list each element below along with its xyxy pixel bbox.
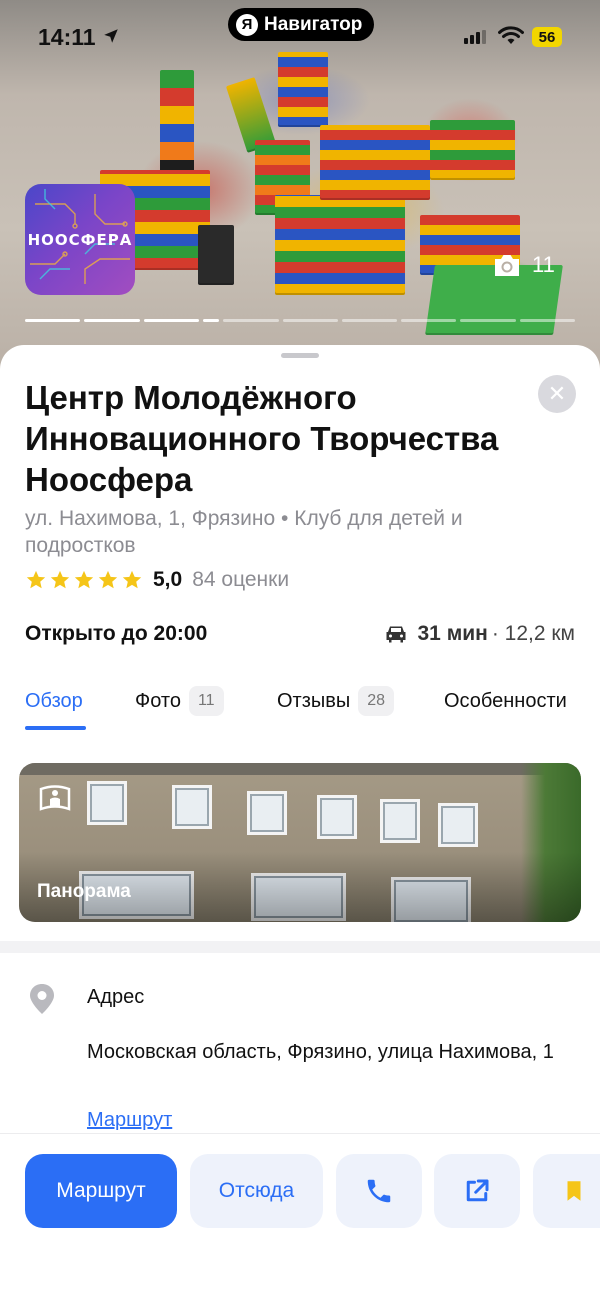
wifi-icon: [498, 26, 524, 44]
building-roof: [19, 763, 581, 775]
lego-structure: [430, 120, 515, 180]
tab-label: Обзор: [25, 689, 83, 712]
carousel-segment: [25, 319, 81, 322]
carousel-segment: [460, 319, 516, 322]
opening-hours[interactable]: Открыто до 20:00: [25, 622, 207, 646]
map-pin-icon: [30, 984, 54, 1014]
phone-icon: [367, 1179, 391, 1203]
lego-block: [198, 225, 234, 285]
rating-value: 5,0: [153, 568, 183, 591]
carousel-segment: [143, 319, 199, 322]
building-window: [87, 781, 127, 825]
building-window: [317, 795, 357, 839]
call-button[interactable]: [336, 1154, 422, 1228]
location-arrow-icon: [104, 29, 118, 43]
tab-badge: 28: [358, 686, 395, 716]
tab-label: Отзывы: [277, 689, 351, 712]
carousel-segment: [519, 319, 575, 322]
photo-count[interactable]: 11: [492, 252, 555, 278]
place-card-sheet: ✕ Центр Молодёжного Инновационного Творч…: [0, 345, 600, 1297]
sheet-grabber[interactable]: [281, 353, 319, 358]
lego-structure: [275, 195, 405, 295]
bookmark-button[interactable]: [533, 1154, 600, 1228]
photo-count-value: 11: [532, 252, 555, 277]
carousel-segment-current: [202, 319, 220, 322]
tab-label: Фото: [135, 689, 181, 712]
building-window: [380, 799, 420, 843]
logo-text: НООСФЕРА: [27, 230, 133, 249]
action-bar: Маршрут Отсюда: [0, 1133, 600, 1297]
drive-info[interactable]: 31 мин · 12,2 км: [384, 622, 575, 646]
rating-row[interactable]: 5,0 84 оценки: [25, 568, 289, 592]
drive-time: 31 мин: [417, 622, 488, 645]
carousel-segment: [84, 319, 140, 322]
hero-photo[interactable]: 14:11 Я Навигатор 56 НООСФЕРА 11: [0, 0, 600, 380]
navigator-label: Навигатор: [264, 13, 363, 35]
tab-bar: Обзор Фото 11 Отзывы 28 Особенности: [25, 683, 575, 733]
address-text[interactable]: Московская область, Фрязино, улица Нахим…: [87, 1040, 557, 1065]
close-icon: ✕: [547, 381, 567, 406]
share-button[interactable]: [434, 1154, 520, 1228]
section-divider: [0, 941, 600, 953]
carousel-segment: [341, 319, 398, 322]
building-window: [438, 803, 478, 847]
tab-overview[interactable]: Обзор: [25, 683, 83, 719]
tab-reviews[interactable]: Отзывы 28: [277, 683, 395, 719]
share-icon: [466, 1179, 489, 1202]
tab-photos[interactable]: Фото 11: [135, 683, 224, 719]
star-icon: [122, 570, 142, 589]
bookmark-icon: [567, 1181, 581, 1201]
organization-logo[interactable]: НООСФЕРА: [25, 184, 135, 295]
status-time: 14:11: [38, 24, 96, 50]
carousel-segment: [282, 319, 338, 322]
close-button[interactable]: ✕: [538, 375, 576, 413]
place-title: Центр Молодёжного Инновационного Творчес…: [25, 379, 499, 498]
star-icon: [26, 570, 46, 589]
drive-distance: · 12,2 км: [491, 622, 575, 645]
car-icon: [386, 626, 405, 643]
photo-carousel-indicator: [25, 319, 575, 322]
star-icon: [50, 570, 70, 589]
building-window: [247, 791, 287, 835]
tab-badge: 11: [188, 686, 224, 716]
tab-features[interactable]: Особенности: [444, 683, 567, 719]
panorama-preview[interactable]: Панорама: [19, 763, 581, 922]
battery-indicator: 56: [532, 27, 562, 47]
navigator-pill[interactable]: Я Навигатор: [228, 8, 375, 41]
lego-block: [278, 52, 328, 127]
address-heading: Адрес: [87, 986, 145, 1008]
address-route-link[interactable]: Маршрут: [87, 1109, 172, 1132]
cellular-signal-icon: [464, 30, 486, 44]
camera-icon: [495, 255, 519, 276]
rating-stars: [25, 569, 143, 591]
panorama-icon: [39, 785, 71, 811]
route-button[interactable]: Маршрут: [25, 1154, 177, 1228]
active-tab-indicator: [25, 726, 86, 730]
lego-structure: [320, 125, 430, 200]
carousel-segment: [401, 319, 457, 322]
panorama-label: Панорама: [37, 881, 131, 902]
star-icon: [98, 570, 118, 589]
from-here-button[interactable]: Отсюда: [190, 1154, 323, 1228]
star-icon: [74, 570, 94, 589]
yandex-logo: Я: [236, 13, 258, 36]
place-subtitle: ул. Нахимова, 1, Фрязино • Клуб для дете…: [25, 507, 463, 557]
tab-label: Особенности: [444, 689, 567, 712]
carousel-segment: [223, 319, 279, 322]
building-window: [172, 785, 212, 829]
rating-count: 84 оценки: [192, 568, 290, 591]
